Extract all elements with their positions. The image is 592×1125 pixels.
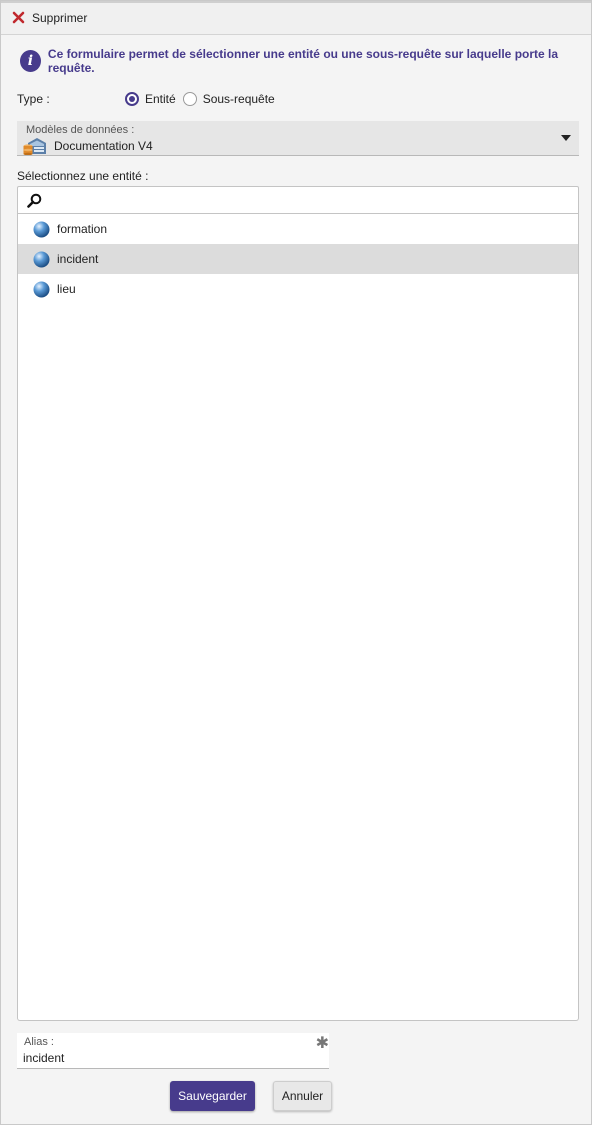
radio-circle-unchecked[interactable] [182,92,197,106]
entity-label: formation [57,222,108,236]
entity-globe-icon [33,251,50,267]
search-input[interactable] [48,189,572,211]
entity-globe-icon [33,281,50,297]
list-item-incident[interactable]: incident [18,244,578,274]
close-icon [12,11,25,24]
alias-field[interactable]: Alias : ✱ [17,1033,329,1069]
search-icon [27,193,42,211]
data-model-icon [23,137,47,158]
list-item-formation[interactable]: formation [18,214,578,244]
delete-button[interactable]: Supprimer [12,11,87,25]
info-text: Ce formulaire permet de sélectionner une… [47,47,559,75]
info-banner: i Ce formulaire permet de sélectionner u… [20,47,580,75]
alias-input[interactable] [23,1050,303,1066]
cancel-button[interactable]: Annuler [273,1081,332,1111]
list-item-lieu[interactable]: lieu [18,274,578,304]
radio-entite-label: Entité [145,92,176,106]
radio-circle-checked[interactable] [125,92,139,106]
entity-heading: Sélectionnez une entité : [17,169,149,183]
dialog-frame: Supprimer i Ce formulaire permet de séle… [0,0,592,1125]
entity-globe-icon [33,221,50,237]
radio-sous-requete-label: Sous-requête [202,92,275,106]
type-label: Type : [17,92,50,106]
entity-search[interactable] [17,186,579,214]
data-model-value: Documentation V4 [54,139,153,153]
entity-label: lieu [57,282,76,296]
toolbar: Supprimer [1,1,591,35]
radio-entite[interactable]: Entité [125,92,176,106]
delete-label: Supprimer [32,10,88,25]
type-selector: Type : Entité Sous-requête [17,90,577,108]
alias-label: Alias : [24,1036,54,1048]
chevron-down-icon[interactable] [561,135,571,141]
radio-sous-requete[interactable]: Sous-requête [182,92,275,106]
save-button[interactable]: Sauvegarder [170,1081,255,1111]
entity-list[interactable]: formation incident lieu [17,214,579,1021]
asterisk-icon: ✱ [315,1035,329,1052]
data-model-label: Modèles de données : [26,124,135,136]
info-icon: i [20,50,41,72]
data-model-select[interactable]: Modèles de données : Documentation V4 [17,121,579,156]
entity-label: incident [57,252,99,266]
